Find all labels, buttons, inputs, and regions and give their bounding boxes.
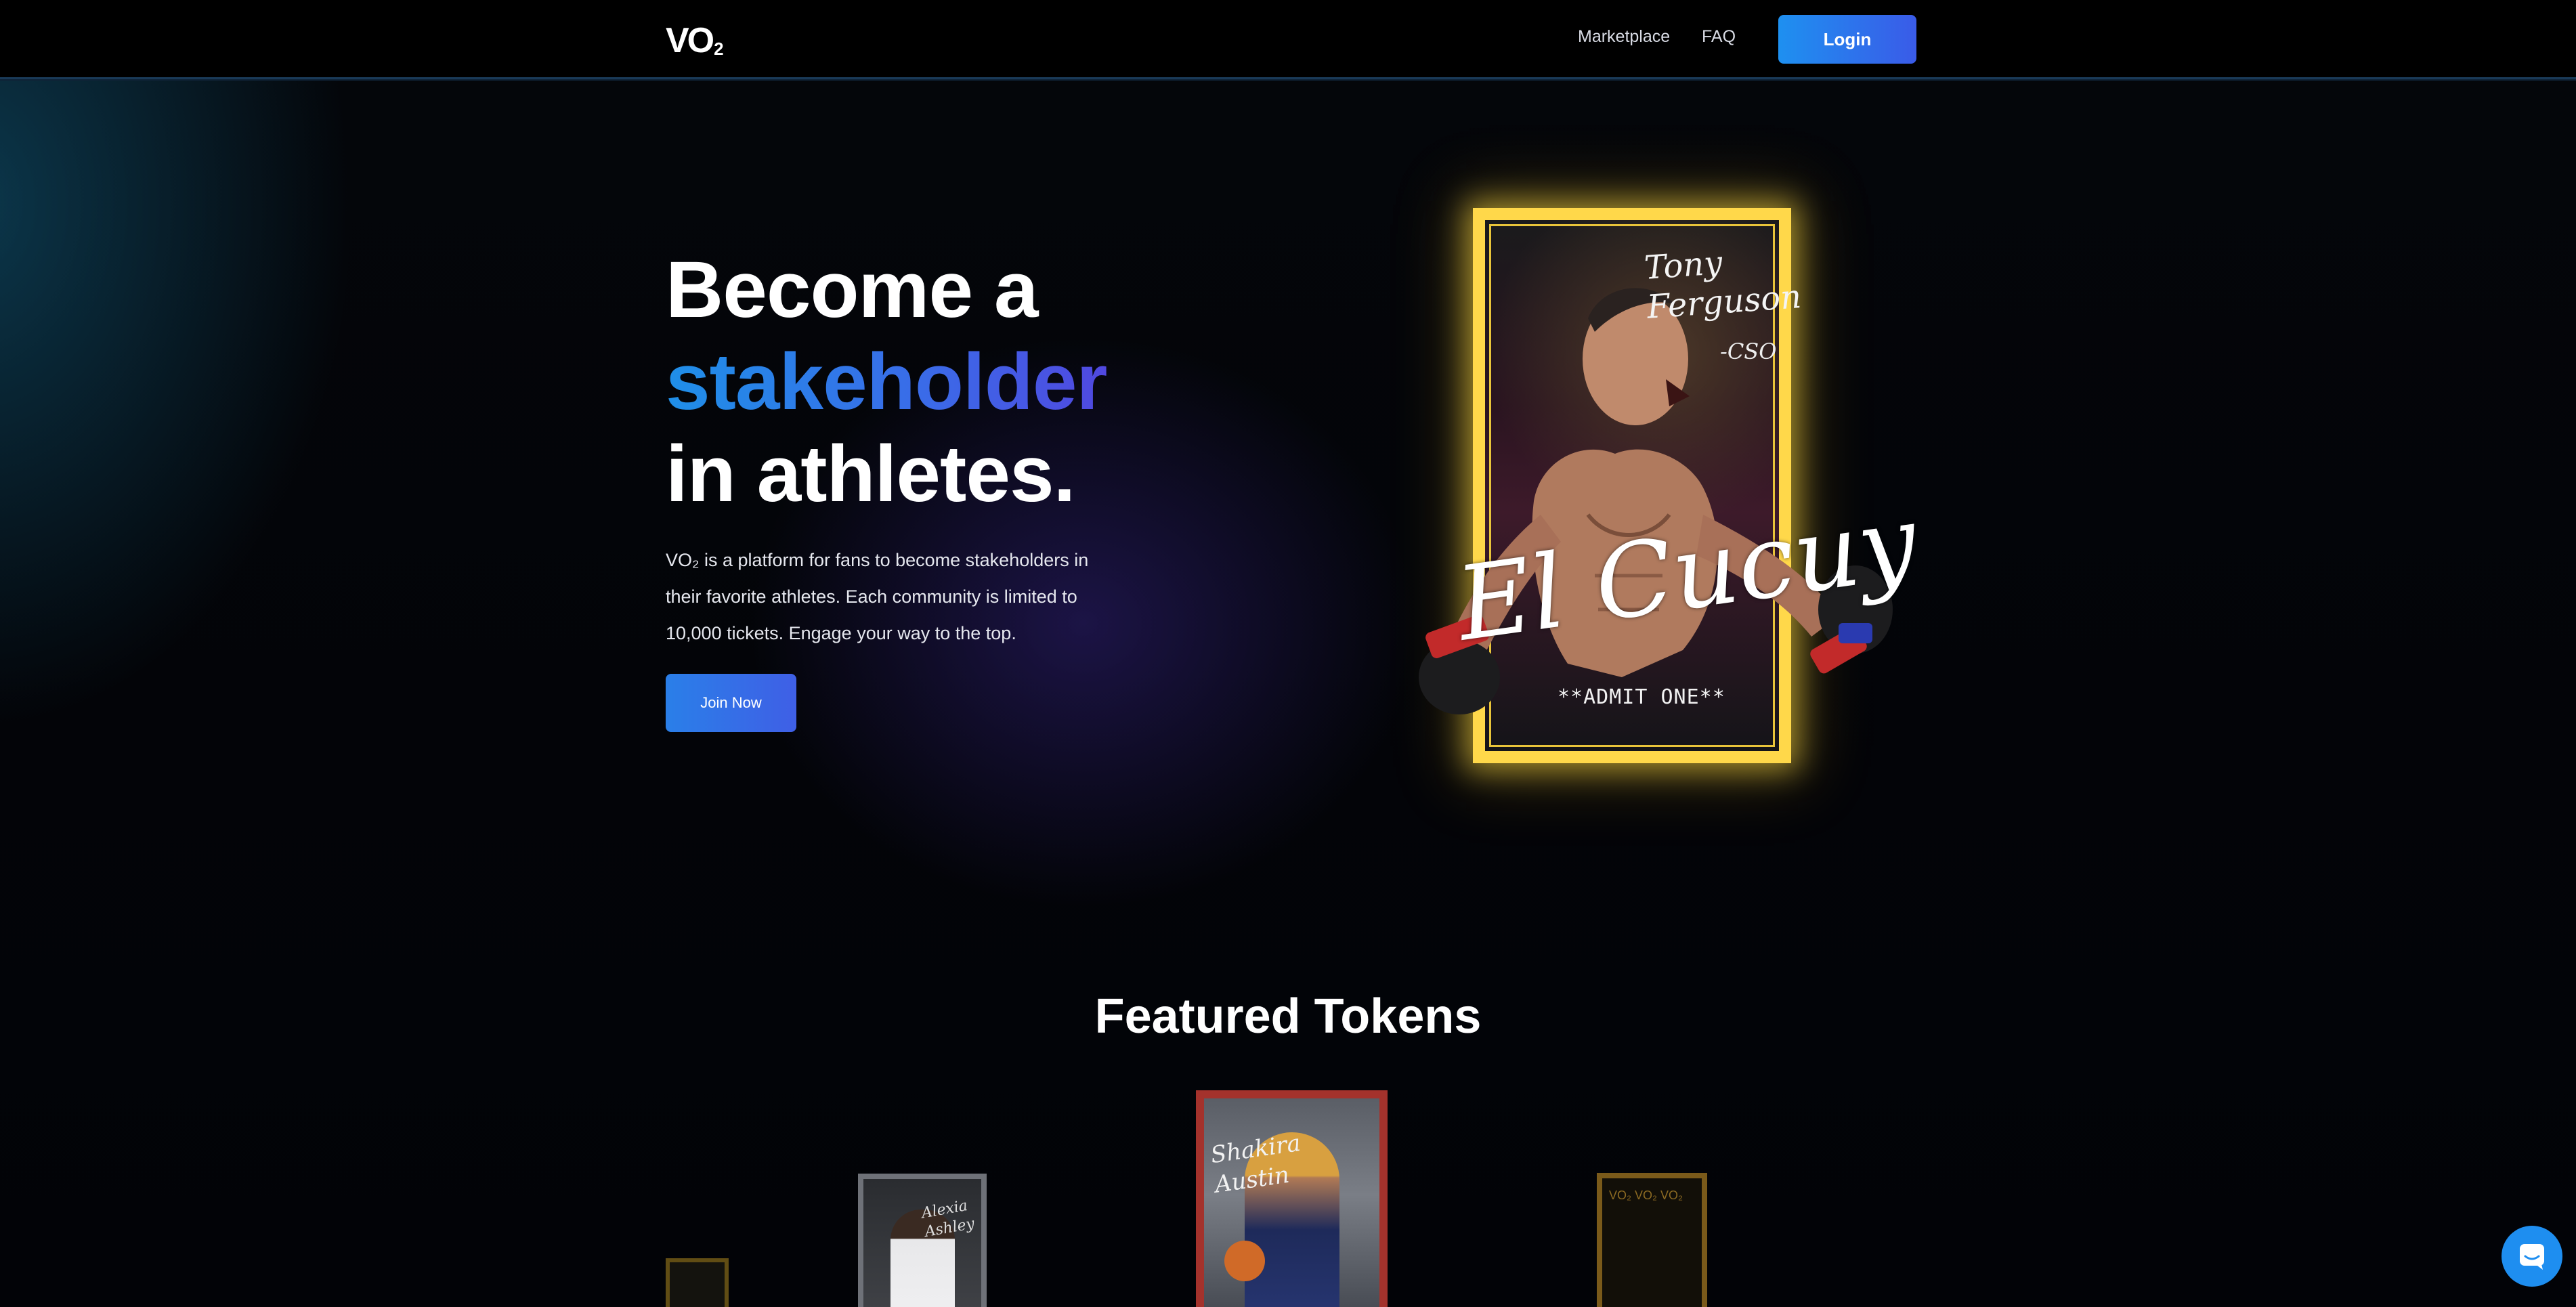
hero-title-line-1: Become a	[666, 245, 1039, 335]
token-pattern: VO₂ VO₂ VO₂	[1609, 1188, 1683, 1202]
token-card[interactable]: Alexia Ashley	[858, 1174, 987, 1307]
token-signature: Shakira Austin	[1209, 1130, 1303, 1199]
chat-icon	[2520, 1244, 2544, 1270]
token-card[interactable]: Shakira Austin	[1196, 1090, 1388, 1307]
join-now-button[interactable]: Join Now	[666, 674, 796, 732]
featured-tokens-heading: Featured Tokens	[1094, 989, 1482, 1044]
card-signature: Tony Ferguson	[1643, 244, 1803, 326]
hero-title-highlight: stakeholder	[666, 337, 1107, 427]
token-card[interactable]: VO₂ VO₂ VO₂	[1597, 1173, 1707, 1307]
token-signature: Alexia Ashley	[920, 1197, 976, 1241]
logo-subscript: 2	[714, 39, 724, 59]
token-card[interactable]	[666, 1258, 729, 1307]
card-ticket-text: **ADMIT ONE**	[1558, 685, 1725, 709]
login-button[interactable]: Login	[1778, 15, 1916, 64]
hero-title-line-3: in athletes.	[666, 429, 1075, 519]
top-nav: VO 2 Marketplace FAQ Login	[0, 0, 2576, 79]
vo2-logo[interactable]: VO 2	[666, 19, 724, 60]
page: VO 2 Marketplace FAQ Login Become a stak…	[0, 0, 2576, 1307]
chat-launcher-button[interactable]	[2502, 1226, 2562, 1287]
logo-text: VO	[666, 21, 714, 60]
hero-description: VO₂ is a platform for fans to become sta…	[666, 550, 1089, 643]
card-signature-tag: -CSO	[1720, 339, 1777, 364]
nav-link-marketplace[interactable]: Marketplace	[1578, 27, 1670, 47]
nav-link-faq[interactable]: FAQ	[1702, 27, 1736, 47]
basketball-icon	[1224, 1241, 1265, 1281]
